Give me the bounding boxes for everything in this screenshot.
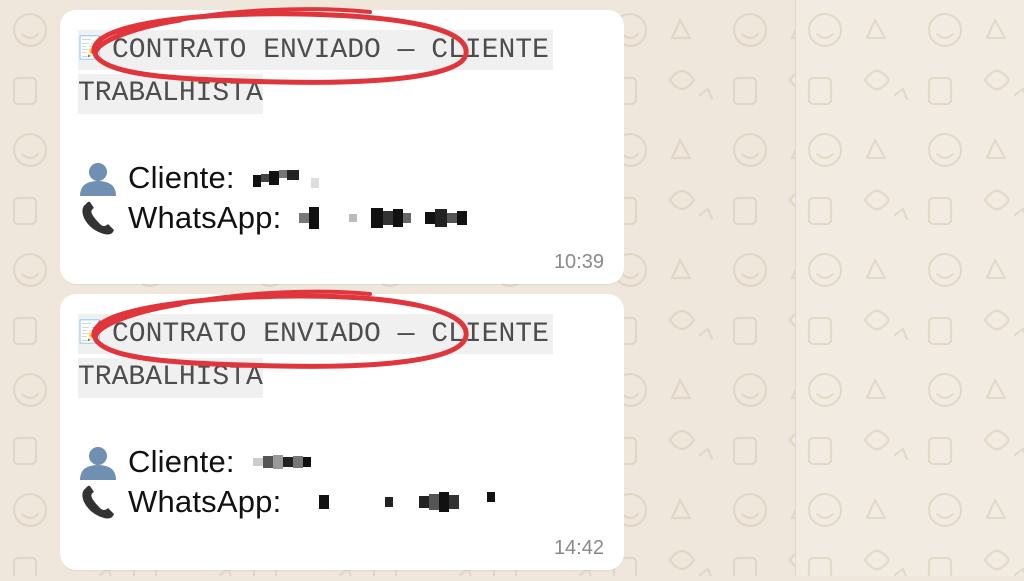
message-bubble[interactable]: 📝 CONTRATO ENVIADO — CLIENTE TRABALHISTA … (60, 294, 624, 570)
message-timestamp: 10:39 (553, 251, 604, 273)
redacted-phone-number (299, 207, 468, 229)
message-header-line-2: TRABALHISTA (78, 74, 263, 114)
bust-in-silhouette-icon (80, 447, 116, 480)
client-label: Cliente: (128, 160, 235, 195)
whatsapp-row: WhatsApp: (78, 200, 468, 236)
memo-icon: 📝 (78, 37, 106, 62)
client-row: Cliente: (78, 160, 319, 196)
bust-in-silhouette-icon (80, 163, 116, 196)
right-wallpaper-panel (795, 0, 1024, 576)
client-row: Cliente: (78, 444, 311, 480)
message-header-line-1: 📝 CONTRATO ENVIADO — CLIENTE (78, 30, 553, 70)
whatsapp-row: WhatsApp: (78, 484, 496, 520)
redacted-phone-number (299, 492, 496, 512)
panel-divider (795, 0, 796, 576)
whatsapp-label: WhatsApp: (128, 484, 282, 519)
message-header-line-2: TRABALHISTA (78, 358, 263, 398)
redacted-client-name (252, 455, 311, 469)
message-timestamp: 14:42 (553, 537, 604, 559)
telephone-receiver-icon (82, 485, 114, 519)
redacted-client-name (252, 168, 319, 188)
client-label: Cliente: (128, 444, 235, 479)
telephone-receiver-icon (82, 201, 114, 235)
whatsapp-label: WhatsApp: (128, 200, 282, 235)
message-header-line-1: 📝 CONTRATO ENVIADO — CLIENTE (78, 314, 553, 354)
message-bubble[interactable]: 📝 CONTRATO ENVIADO — CLIENTE TRABALHISTA … (60, 10, 624, 284)
memo-icon: 📝 (78, 321, 106, 346)
